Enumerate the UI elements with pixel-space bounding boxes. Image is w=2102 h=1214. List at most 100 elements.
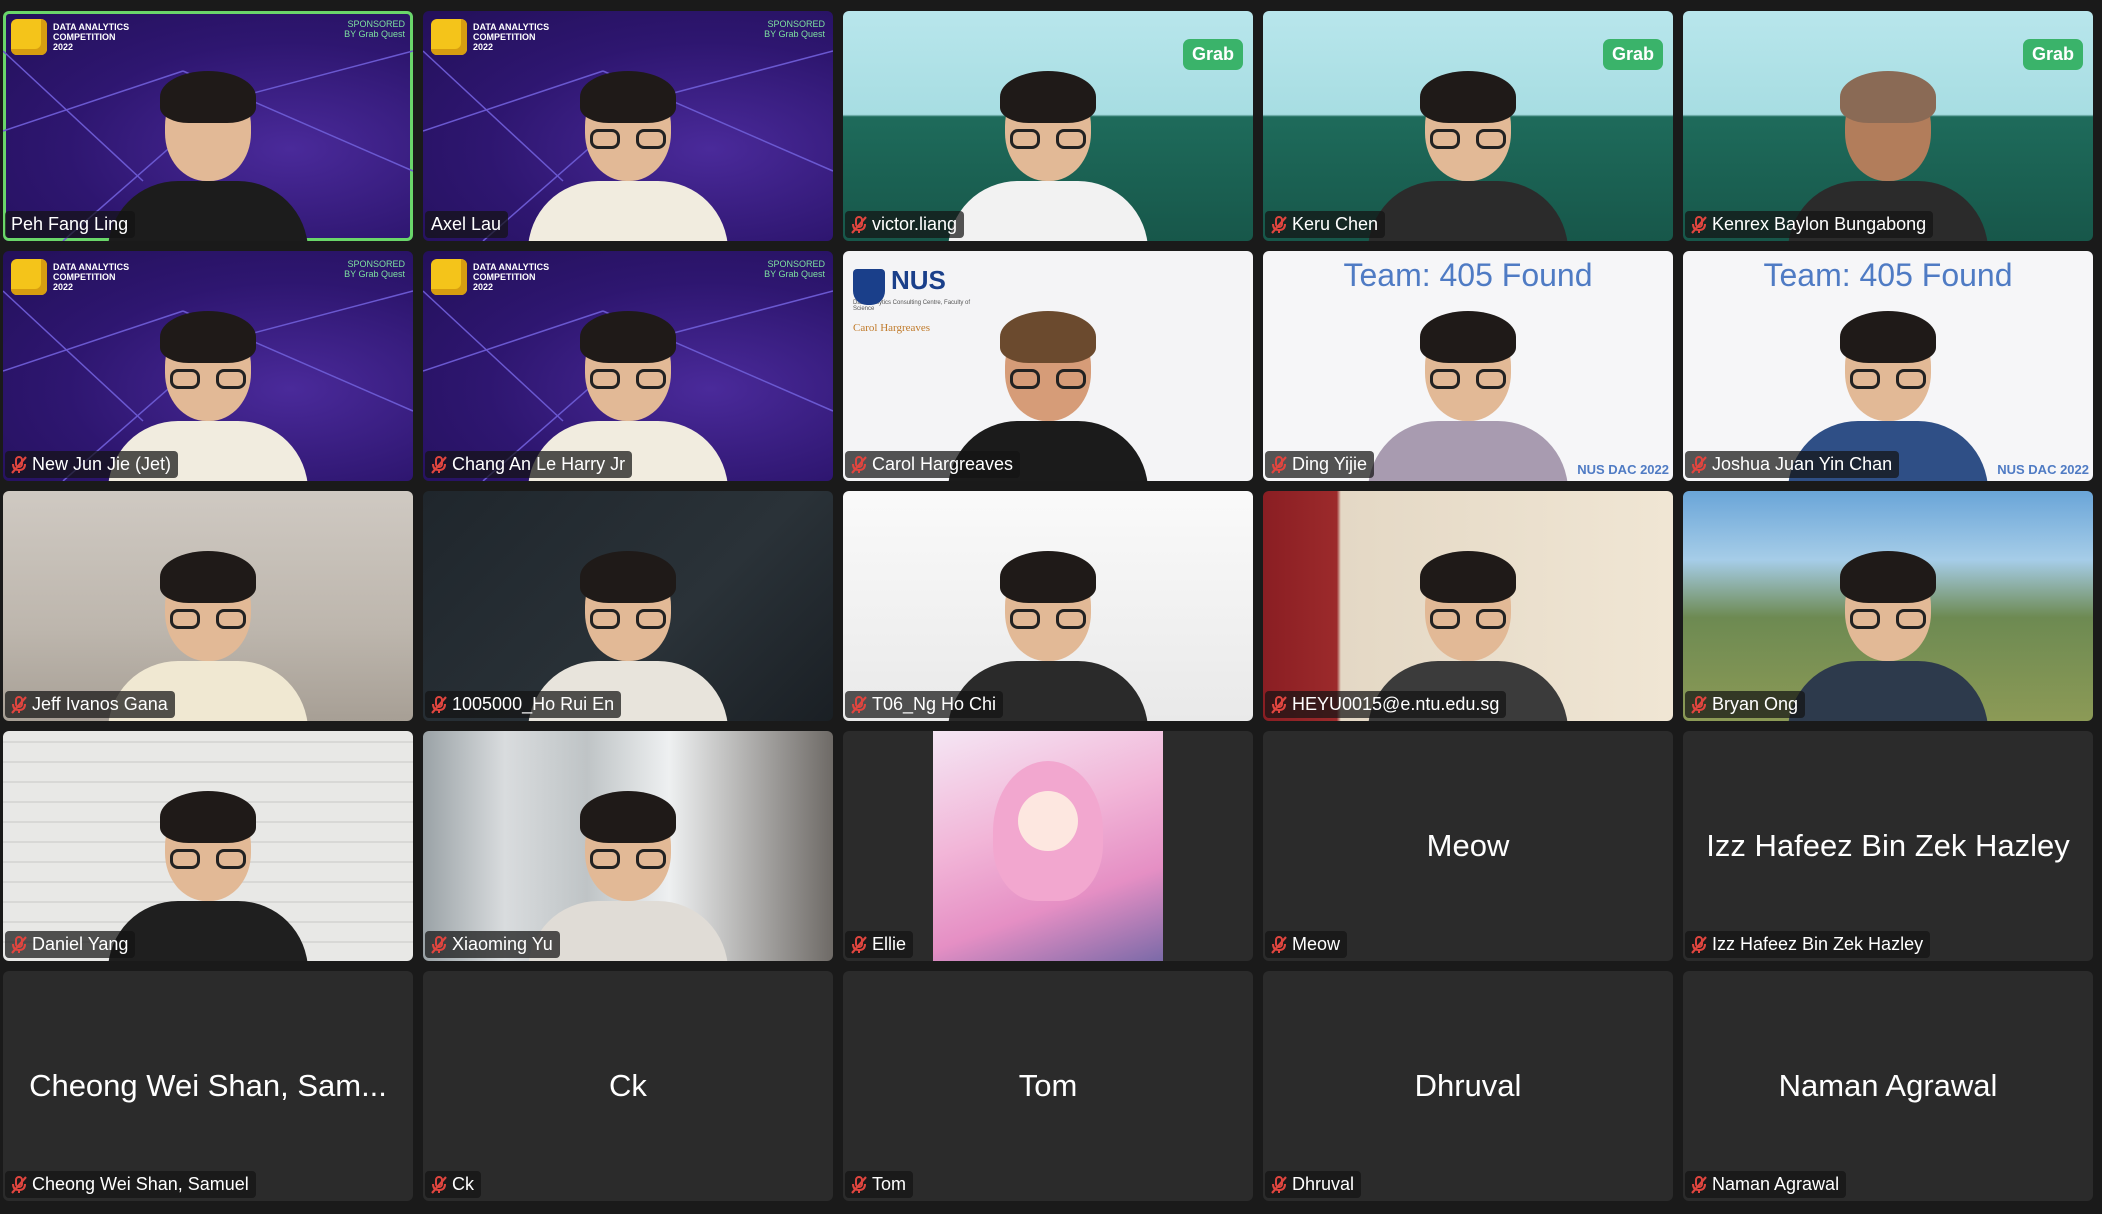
glasses (1010, 609, 1086, 629)
muted-mic-icon (1691, 1175, 1707, 1194)
participant-name-label: Jeff Ivanos Gana (5, 691, 175, 718)
hair (1000, 551, 1096, 603)
participant-name: T06_Ng Ho Chi (872, 694, 997, 714)
participant-tile[interactable]: Bryan Ong (1683, 491, 2093, 721)
participant-tile[interactable]: HEYU0015@e.ntu.edu.sg (1263, 491, 1673, 721)
participant-tile[interactable]: Team: 405 Found NUS DAC 2022 Ding Yijie (1263, 251, 1673, 481)
nus-crest-icon (853, 269, 885, 305)
participant-tile[interactable]: Tom Tom (843, 971, 1253, 1201)
participant-name: Bryan Ong (1712, 694, 1799, 714)
participant-tile[interactable]: Ellie (843, 731, 1253, 961)
participant-tile[interactable]: Izz Hafeez Bin Zek Hazley Izz Hafeez Bin … (1683, 731, 2093, 961)
participant-name: Jeff Ivanos Gana (32, 694, 168, 714)
video-gallery: DATA ANALYTICS COMPETITION 2022 SPONSORED… (3, 11, 2093, 1201)
glasses (1010, 129, 1086, 149)
hair (160, 551, 256, 603)
hair (1840, 71, 1936, 123)
display-name: Izz Hafeez Bin Zek Hazley (1706, 828, 2070, 863)
participant-name-label: Ck (425, 1171, 481, 1198)
participant-tile[interactable]: Grab Keru Chen (1263, 11, 1673, 241)
shirt (108, 901, 308, 961)
participant-tile[interactable]: Meow Meow (1263, 731, 1673, 961)
muted-mic-icon (851, 695, 867, 714)
participant-name: Cheong Wei Shan, Samuel (32, 1174, 249, 1194)
participant-name: Peh Fang Ling (11, 214, 129, 234)
participant-tile[interactable]: Dhruval Dhruval (1263, 971, 1673, 1201)
hair (580, 551, 676, 603)
avatar-image (933, 731, 1163, 961)
grab-logo: Grab (1602, 39, 1663, 70)
grab-logo: Grab (2022, 39, 2083, 70)
shirt (1368, 181, 1568, 241)
dac-logo: DATA ANALYTICS COMPETITION 2022 (11, 259, 133, 295)
cube-logo-icon (431, 259, 467, 295)
participant-name: Keru Chen (1292, 214, 1379, 234)
display-name: Ck (609, 1068, 647, 1103)
participant-name-label: Daniel Yang (5, 931, 136, 958)
participant-name: 1005000_Ho Rui En (452, 694, 615, 714)
participant-name-label: New Jun Jie (Jet) (5, 451, 179, 478)
hair (160, 71, 256, 123)
hair (580, 71, 676, 123)
participant-tile[interactable]: Daniel Yang (3, 731, 413, 961)
participant-name: Chang An Le Harry Jr (452, 454, 626, 474)
participant-tile[interactable]: NUS Data Analytics Consulting Centre, Fac… (843, 251, 1253, 481)
participant-tile[interactable]: DATA ANALYTICS COMPETITION 2022 SPONSORED… (423, 11, 833, 241)
muted-mic-icon (1691, 455, 1707, 474)
participant-tile[interactable]: Team: 405 Found NUS DAC 2022 Joshua Juan Y… (1683, 251, 2093, 481)
participant-name-label: victor.liang (845, 211, 965, 238)
participant-name: Izz Hafeez Bin Zek Hazley (1712, 934, 1924, 954)
participant-tile[interactable]: DATA ANALYTICS COMPETITION 2022 SPONSORED… (3, 251, 413, 481)
glasses (170, 609, 246, 629)
participant-tile[interactable]: DATA ANALYTICS COMPETITION 2022 SPONSORED… (3, 11, 413, 241)
glasses (1010, 369, 1086, 389)
muted-mic-icon (851, 455, 867, 474)
participant-name: Ellie (872, 934, 907, 954)
muted-mic-icon (851, 215, 867, 234)
participant-tile[interactable]: DATA ANALYTICS COMPETITION 2022 SPONSORED… (423, 251, 833, 481)
participant-tile[interactable]: Jeff Ivanos Gana (3, 491, 413, 721)
participant-tile[interactable]: Xiaoming Yu (423, 731, 833, 961)
muted-mic-icon (1271, 935, 1287, 954)
hair (1420, 71, 1516, 123)
hair (1000, 311, 1096, 363)
hair (580, 311, 676, 363)
participant-tile[interactable]: Grab Kenrex Baylon Bungabong (1683, 11, 2093, 241)
participant-name-label: Carol Hargreaves (845, 451, 1021, 478)
participant-name-label: Naman Agrawal (1685, 1171, 1847, 1198)
participant-tile[interactable]: Naman Agrawal Naman Agrawal (1683, 971, 2093, 1201)
participant-name: HEYU0015@e.ntu.edu.sg (1292, 694, 1500, 714)
dac-logo: DATA ANALYTICS COMPETITION 2022 (11, 19, 133, 55)
hair (1840, 551, 1936, 603)
participant-tile[interactable]: Cheong Wei Shan, Sam... Cheong Wei Shan, … (3, 971, 413, 1201)
participant-name-label: Meow (1265, 931, 1348, 958)
participant-name: Naman Agrawal (1712, 1174, 1840, 1194)
muted-mic-icon (851, 935, 867, 954)
sponsor-text: SPONSORED BY Grab Quest (764, 19, 825, 39)
glasses (1850, 609, 1926, 629)
muted-mic-icon (431, 695, 447, 714)
participant-name-label: Dhruval (1265, 1171, 1362, 1198)
glasses (1430, 129, 1506, 149)
muted-mic-icon (11, 695, 27, 714)
participant-tile[interactable]: Ck Ck (423, 971, 833, 1201)
participant-tile[interactable]: T06_Ng Ho Chi (843, 491, 1253, 721)
glasses (590, 609, 666, 629)
glasses (170, 849, 246, 869)
cube-logo-icon (11, 19, 47, 55)
participant-video (528, 51, 728, 241)
participant-name: Daniel Yang (32, 934, 129, 954)
glasses (590, 849, 666, 869)
hair (1420, 551, 1516, 603)
muted-mic-icon (1271, 1175, 1287, 1194)
participant-name-label: Chang An Le Harry Jr (425, 451, 633, 478)
team-title: Team: 405 Found (1343, 257, 1593, 293)
glasses (1430, 369, 1506, 389)
participant-name: victor.liang (872, 214, 958, 234)
participant-tile[interactable]: Grab victor.liang (843, 11, 1253, 241)
participant-tile[interactable]: 1005000_Ho Rui En (423, 491, 833, 721)
participant-name-label: Ding Yijie (1265, 451, 1375, 478)
glasses (1430, 609, 1506, 629)
participant-name-label: Cheong Wei Shan, Samuel (5, 1171, 256, 1198)
hair (1840, 311, 1936, 363)
